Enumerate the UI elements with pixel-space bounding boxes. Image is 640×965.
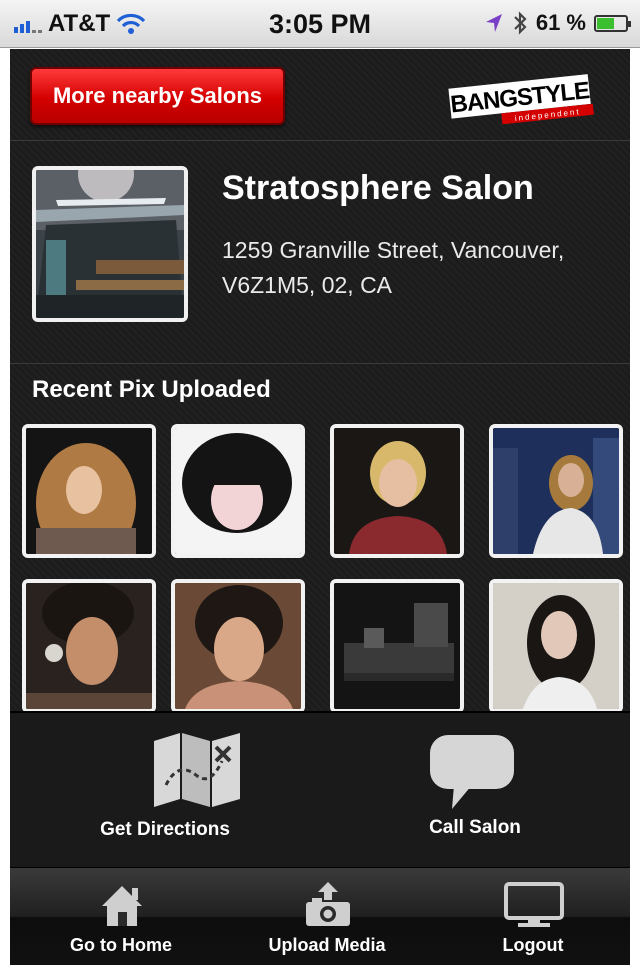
get-directions-button[interactable]: Get Directions	[10, 713, 320, 869]
battery-percent: 61 %	[535, 10, 586, 35]
photo-image	[26, 583, 152, 709]
photo-thumbnail[interactable]	[22, 424, 156, 558]
speech-bubble-icon	[430, 735, 514, 809]
tab-logout[interactable]: Logout	[430, 868, 630, 965]
status-bar: AT&T 3:05 PM 61 %	[0, 0, 640, 48]
home-icon	[102, 886, 142, 926]
photo-thumbnail[interactable]	[489, 424, 623, 558]
address-line-2: V6Z1M5, 02, CA	[222, 272, 393, 298]
address-line-1: 1259 Granville Street, Vancouver,	[222, 237, 565, 263]
salon-photo[interactable]	[32, 166, 188, 322]
location-arrow-icon	[485, 14, 502, 32]
tab-home-label: Go to Home	[70, 935, 172, 955]
photo-thumbnail[interactable]	[330, 579, 464, 713]
photo-image	[334, 583, 460, 709]
photo-thumbnail[interactable]	[330, 424, 464, 558]
map-icon	[154, 733, 240, 807]
photo-image	[493, 583, 619, 709]
get-directions-label: Get Directions	[100, 819, 230, 840]
bangstyle-logo: BANGSTYLE independent	[448, 74, 594, 125]
call-salon-label: Call Salon	[429, 817, 521, 838]
header: More nearby Salons BANGSTYLE independent	[10, 49, 630, 141]
salon-name: Stratosphere Salon	[222, 169, 534, 207]
tab-logout-label: Logout	[502, 935, 564, 955]
salon-address: 1259 Granville Street, Vancouver, V6Z1M5…	[222, 233, 622, 303]
monitor-icon	[504, 882, 564, 927]
app-screen: More nearby Salons BANGSTYLE independent	[10, 49, 630, 965]
tab-upload-media[interactable]: Upload Media	[224, 868, 430, 965]
salon-interior-image	[36, 170, 184, 318]
action-panel: Get Directions Call Salon	[10, 711, 630, 867]
photo-image	[334, 428, 460, 554]
battery-icon	[594, 14, 631, 32]
photo-thumbnail[interactable]	[22, 579, 156, 713]
photo-thumbnail[interactable]	[489, 579, 623, 713]
tab-bar: Go to Home Upload Media Logout	[10, 867, 630, 965]
upload-camera-icon	[306, 882, 350, 926]
photo-image	[175, 428, 301, 554]
recent-pix-title: Recent Pix Uploaded	[32, 376, 271, 403]
status-right: 61 %	[484, 10, 631, 36]
call-salon-button[interactable]: Call Salon	[320, 713, 630, 869]
photo-image	[175, 583, 301, 709]
photo-image	[493, 428, 619, 554]
bluetooth-icon	[514, 11, 527, 35]
photo-thumbnail[interactable]	[171, 579, 305, 713]
more-nearby-salons-button[interactable]: More nearby Salons	[30, 67, 285, 125]
photo-thumbnail[interactable]	[171, 424, 305, 558]
photo-image	[26, 428, 152, 554]
tab-home[interactable]: Go to Home	[18, 868, 224, 965]
salon-info: Stratosphere Salon 1259 Granville Street…	[10, 141, 630, 364]
tab-upload-label: Upload Media	[268, 935, 386, 955]
